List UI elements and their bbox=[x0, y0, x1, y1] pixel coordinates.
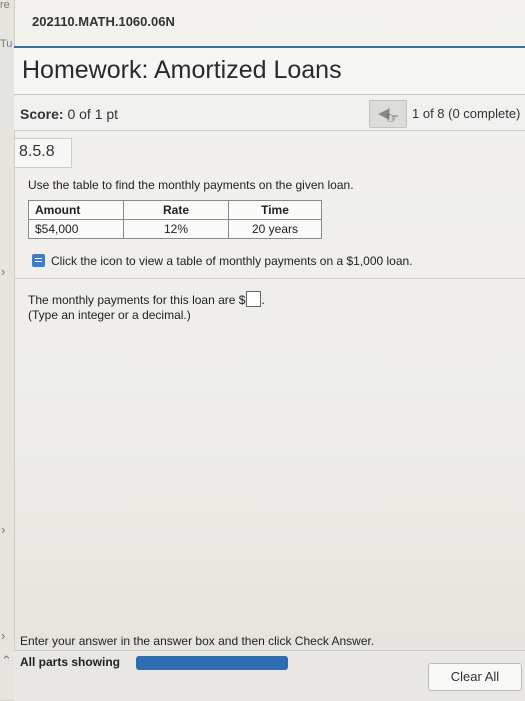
column-header-time: Time bbox=[228, 200, 322, 220]
clear-all-button[interactable]: Clear All bbox=[428, 663, 522, 691]
course-id: 202110.MATH.1060.06N bbox=[32, 14, 175, 29]
table-row: $54,000 12% 20 years bbox=[28, 219, 322, 239]
edge-fragment-top: re bbox=[0, 0, 10, 11]
pointer-hand-icon: ☞ bbox=[386, 110, 400, 127]
question-number-box: 8.5.8 bbox=[14, 138, 72, 168]
answer-input[interactable] bbox=[246, 291, 262, 307]
answer-hint: (Type an integer or a decimal.) bbox=[28, 308, 191, 322]
page: re Tu › › › ⌃ 202110.MATH.1060.06N Homew… bbox=[0, 0, 525, 701]
chevron-up-icon[interactable]: ⌃ bbox=[1, 653, 12, 669]
table-info-icon[interactable] bbox=[32, 254, 45, 267]
divider bbox=[14, 278, 525, 279]
info-row: Click the icon to view a table of monthl… bbox=[32, 254, 413, 268]
chevron-right-icon[interactable]: › bbox=[1, 264, 5, 279]
cell-amount: $54,000 bbox=[28, 219, 124, 239]
footer-bar: All parts showing Clear All bbox=[14, 650, 525, 701]
score: Score: 0 of 1 pt bbox=[20, 106, 118, 122]
homework-header: Homework: Amortized Loans bbox=[14, 46, 525, 95]
previous-question-button[interactable]: ◀ ☞ bbox=[369, 100, 407, 128]
edge-fragment-tab: Tu bbox=[0, 38, 13, 50]
chevron-right-icon[interactable]: › bbox=[1, 522, 5, 537]
question-number: 8.5.8 bbox=[19, 143, 55, 160]
answer-line: The monthly payments for this loan are $… bbox=[28, 291, 265, 307]
loan-table: Amount Rate Time $54,000 12% 20 years bbox=[28, 200, 322, 239]
all-parts-label: All parts showing bbox=[20, 655, 121, 669]
page-title: Homework: Amortized Loans bbox=[22, 56, 342, 84]
info-link-text: Click the icon to view a table of monthl… bbox=[51, 254, 413, 268]
column-header-amount: Amount bbox=[28, 200, 124, 220]
footer-instruction: Enter your answer in the answer box and … bbox=[20, 634, 375, 648]
question-prompt: Use the table to find the monthly paymen… bbox=[28, 178, 354, 192]
score-bar: Score: 0 of 1 pt ◀ ☞ 1 of 8 (0 complete) bbox=[14, 96, 525, 131]
left-edge-strip bbox=[0, 0, 15, 700]
answer-prefix: The monthly payments for this loan are $ bbox=[28, 293, 246, 307]
score-value: 0 of 1 pt bbox=[67, 106, 119, 122]
question-progress[interactable]: 1 of 8 (0 complete) bbox=[412, 106, 520, 121]
score-label: Score: bbox=[20, 106, 64, 122]
table-header-row: Amount Rate Time bbox=[28, 200, 322, 220]
parts-progress-bar bbox=[136, 656, 288, 670]
column-header-rate: Rate bbox=[123, 200, 229, 220]
cell-time: 20 years bbox=[228, 219, 322, 239]
answer-suffix: . bbox=[261, 293, 265, 307]
chevron-right-icon[interactable]: › bbox=[1, 628, 5, 643]
cell-rate: 12% bbox=[123, 219, 229, 239]
